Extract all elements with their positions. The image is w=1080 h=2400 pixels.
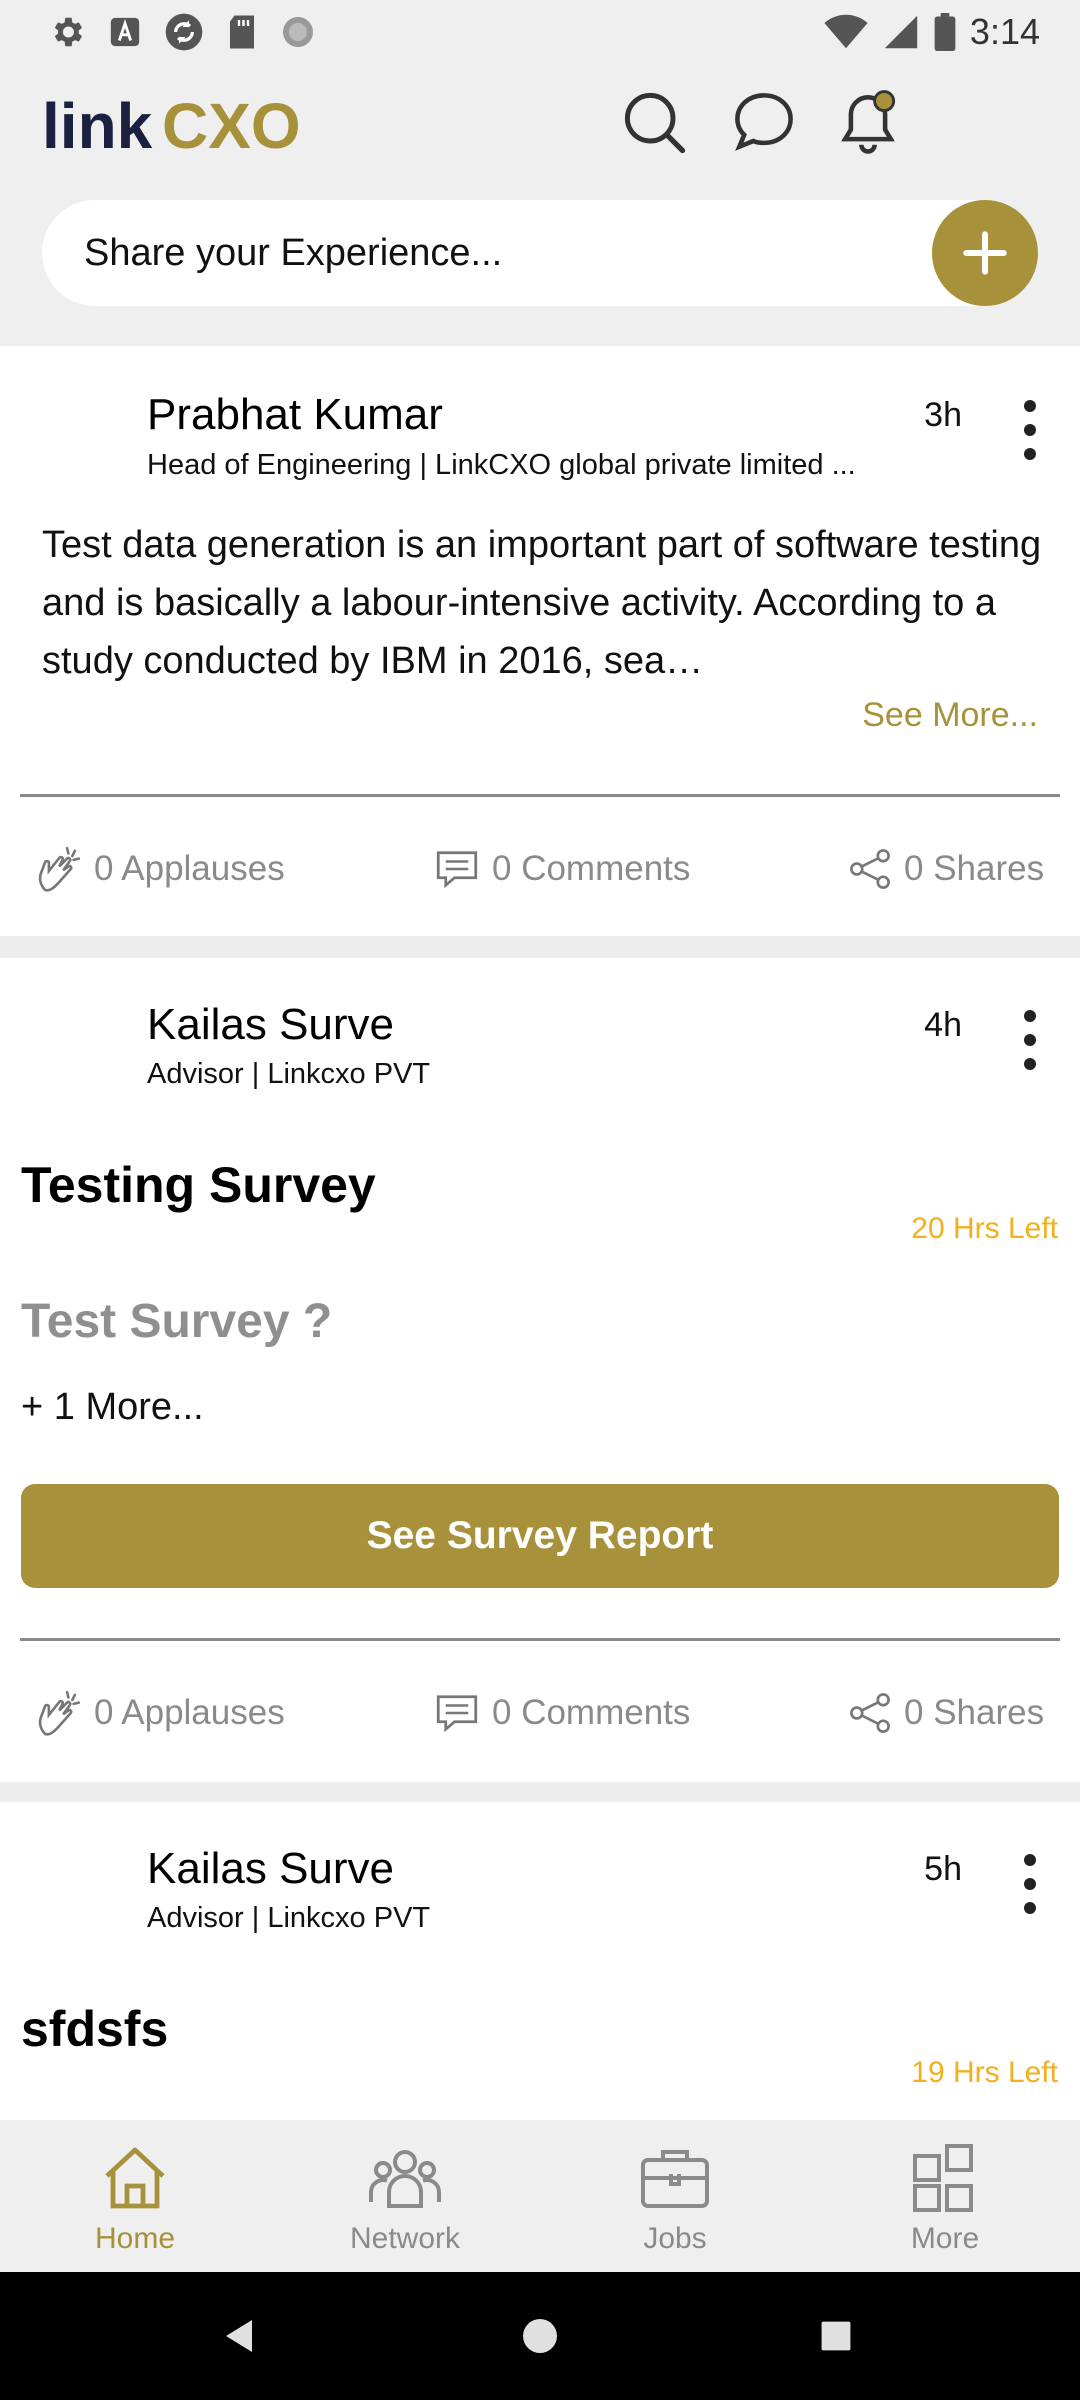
post-text: Test data generation is an important par… xyxy=(42,524,1042,682)
author-role: Advisor | Linkcxo PVT xyxy=(147,1058,431,1090)
plus-icon xyxy=(963,231,1007,275)
time-left-badge: 19 Hrs Left xyxy=(911,2056,1058,2089)
nav-jobs[interactable]: Jobs xyxy=(575,2138,775,2256)
comment-count: 0 Comments xyxy=(492,849,691,888)
battery-icon xyxy=(934,13,956,51)
chat-icon[interactable] xyxy=(726,84,802,160)
status-icons-right: 3:14 xyxy=(824,8,1040,56)
share-icon xyxy=(846,1689,894,1737)
author-name[interactable]: Prabhat Kumar xyxy=(147,390,443,440)
comment-button[interactable]: 0 Comments xyxy=(432,834,690,904)
system-navigation-bar xyxy=(0,2272,1080,2400)
share-placeholder: Share your Experience... xyxy=(84,231,503,274)
logo-text-main: link xyxy=(42,90,153,162)
author-name[interactable]: Kailas Surve xyxy=(147,1844,394,1894)
back-icon[interactable] xyxy=(210,2306,270,2366)
wifi-icon xyxy=(824,14,868,50)
network-icon xyxy=(365,2138,445,2218)
survey-question[interactable]: Test Survey ? xyxy=(21,1294,332,1349)
clock: 3:14 xyxy=(969,11,1040,52)
post-time: 5h xyxy=(924,1850,962,1888)
share-button[interactable]: 0 Shares xyxy=(846,1678,1044,1748)
comment-count: 0 Comments xyxy=(492,1693,691,1732)
survey-post-card: Kailas Surve Advisor | Linkcxo PVT 4h Te… xyxy=(0,958,1080,1782)
comment-button[interactable]: 0 Comments xyxy=(432,1678,690,1748)
nav-label: Jobs xyxy=(643,2222,707,2255)
nav-label: More xyxy=(910,2222,980,2255)
avatar[interactable] xyxy=(36,998,132,1094)
see-more-link[interactable]: See More... xyxy=(862,696,1038,735)
bottom-navigation: Home Network Jobs More xyxy=(0,2120,1080,2272)
author-role: Head of Engineering | LinkCXO global pri… xyxy=(147,449,856,481)
grid-icon xyxy=(905,2138,985,2218)
post-actions: 0 Applauses 0 Comments 0 Shares xyxy=(0,1678,1080,1748)
clap-icon xyxy=(32,843,84,895)
post-time: 3h xyxy=(924,396,962,434)
status-bar: 3:14 xyxy=(0,0,1080,64)
post-actions: 0 Applauses 0 Comments 0 Shares xyxy=(0,834,1080,904)
survey-post-card: Kailas Surve Advisor | Linkcxo PVT 5h sf… xyxy=(0,1802,1080,2120)
post-menu-icon[interactable] xyxy=(1010,1010,1050,1070)
nav-network[interactable]: Network xyxy=(305,2138,505,2256)
share-button[interactable]: 0 Shares xyxy=(846,834,1044,904)
share-experience-input[interactable]: Share your Experience... xyxy=(42,200,1038,306)
nav-home[interactable]: Home xyxy=(35,2138,235,2256)
comment-icon xyxy=(432,844,482,894)
linkcxo-logo[interactable]: link CXO xyxy=(42,86,342,166)
post-card: Prabhat Kumar Head of Engineering | Link… xyxy=(0,346,1080,936)
post-menu-icon[interactable] xyxy=(1010,400,1050,460)
status-icons-left xyxy=(48,12,316,52)
sd-card-icon xyxy=(226,14,258,50)
applause-button[interactable]: 0 Applauses xyxy=(32,1678,285,1748)
time-left-badge: 20 Hrs Left xyxy=(911,1212,1058,1245)
nav-more[interactable]: More xyxy=(845,2138,1045,2256)
author-name[interactable]: Kailas Surve xyxy=(147,1000,394,1050)
avatar[interactable] xyxy=(36,1842,132,1938)
home-icon xyxy=(95,2138,175,2218)
text-icon xyxy=(108,15,142,49)
nav-label: Home xyxy=(94,2222,176,2255)
divider xyxy=(20,1638,1060,1641)
app-header: link CXO Share your Experience... xyxy=(0,64,1080,346)
see-survey-report-button[interactable]: See Survey Report xyxy=(21,1484,1059,1588)
recents-icon[interactable] xyxy=(806,2306,866,2366)
applause-button[interactable]: 0 Applauses xyxy=(32,834,285,904)
settings-icon xyxy=(48,13,86,51)
share-icon xyxy=(846,845,894,893)
logo-text-accent: CXO xyxy=(162,90,301,162)
share-count: 0 Shares xyxy=(904,849,1045,888)
home-circle-icon[interactable] xyxy=(510,2306,570,2366)
applause-count: 0 Applauses xyxy=(94,1693,285,1732)
post-time: 4h xyxy=(924,1006,962,1044)
more-questions-link[interactable]: + 1 More... xyxy=(21,1386,204,1429)
survey-title: sfdsfs xyxy=(21,2001,169,2057)
sync-icon xyxy=(164,12,204,52)
search-icon[interactable] xyxy=(616,84,692,160)
nav-label: Network xyxy=(349,2222,461,2255)
survey-title: Testing Survey xyxy=(21,1157,376,1213)
loading-icon xyxy=(280,14,316,50)
signal-icon xyxy=(882,14,920,50)
bell-icon[interactable] xyxy=(830,84,906,160)
author-role: Advisor | Linkcxo PVT xyxy=(147,1902,431,1934)
applause-count: 0 Applauses xyxy=(94,849,285,888)
clap-icon xyxy=(32,1687,84,1739)
share-count: 0 Shares xyxy=(904,1693,1045,1732)
avatar[interactable] xyxy=(36,386,132,482)
add-post-button[interactable] xyxy=(932,200,1038,306)
divider xyxy=(20,794,1060,797)
post-menu-icon[interactable] xyxy=(1010,1854,1050,1914)
briefcase-icon xyxy=(635,2138,715,2218)
comment-icon xyxy=(432,1688,482,1738)
